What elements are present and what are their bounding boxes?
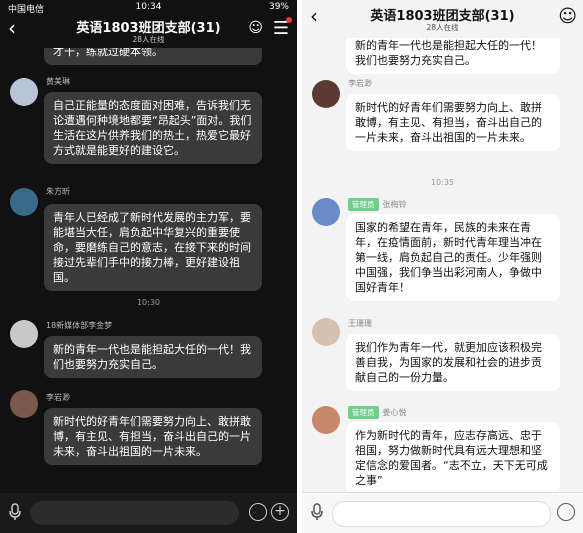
mic-icon[interactable] (8, 503, 22, 521)
nav-bar: ‹ 英语1803班团支部(31) 28人在线 ☺ ☰ (0, 14, 297, 48)
avatar[interactable] (10, 78, 38, 106)
message-bubble: 自己正能量的态度面对困难，告诉我们无论遭遇何种境地都要“昂起头”面对。我们生活在… (44, 92, 262, 164)
message-bubble: 国家的希望在青年，民族的未来在青年，在疫情面前，新时代青年理当冲在第一线，肩负起… (346, 214, 560, 301)
message-bubble: 新时代的好青年们需要努力向上、敢拼敢博，有主见、有担当，奋斗出自己的一片未来，奋… (44, 408, 262, 465)
sender-name: 王珊珊 (348, 319, 372, 328)
group-icon[interactable]: ☺ (558, 6, 577, 27)
sender-name: 李岩渺 (46, 393, 70, 402)
group-icon[interactable]: ☺ (248, 20, 263, 36)
notification-dot (286, 17, 292, 23)
emoji-icon[interactable] (557, 503, 575, 521)
sender-name: 18新媒体部李金梦 (46, 321, 113, 330)
message-bubble: 才干，练就过硬本领。 (44, 48, 262, 65)
avatar[interactable] (312, 318, 340, 346)
avatar[interactable] (312, 198, 340, 226)
admin-badge: 管理员 (348, 198, 379, 211)
left-chat-screen: 中国电信 10:34 39% ‹ 英语1803班团支部(31) 28人在线 ☺ … (0, 0, 297, 533)
avatar[interactable] (312, 406, 340, 434)
message-bubble: 作为新时代的青年，应志存高远、忠于祖国，努力做新时代具有远大理想和坚定信念的爱国… (346, 422, 560, 493)
mic-icon[interactable] (310, 503, 324, 521)
message-input[interactable] (332, 501, 551, 527)
admin-badge: 管理员 (348, 406, 379, 419)
message-bubble: 青年人已经成了新时代发展的主力军，要能堪当大任，肩负起中华复兴的重要使命，要磨练… (44, 204, 262, 291)
emoji-icon[interactable] (249, 503, 267, 521)
right-chat-screen: ‹ 英语1803班团支部(31) 28人在线 ☺ 新的青年一代也是能担起大任的一… (302, 0, 583, 533)
avatar[interactable] (10, 390, 38, 418)
message-bubble: 新时代的好青年们需要努力向上、敢拼敢博，有主见、有担当，奋斗出自己的一片未来，奋… (346, 94, 560, 151)
nav-bar: ‹ 英语1803班团支部(31) 28人在线 ☺ (302, 2, 583, 36)
avatar[interactable] (312, 80, 340, 108)
status-time: 10:34 (135, 2, 162, 12)
message-list[interactable]: 才干，练就过硬本领。 黄美琳 自己正能量的态度面对困难，告诉我们无论遭遇何种境地… (0, 48, 297, 493)
input-bar (302, 492, 583, 533)
time-marker: 10:30 (136, 298, 161, 307)
message-bubble: 我们作为青年一代，就更加应该积极完善自我，为国家的发展和社会的进步贡献自己的一份… (346, 334, 560, 391)
message-input[interactable] (30, 501, 239, 525)
input-bar: + (0, 493, 297, 533)
sender-name: 管理员 姜心悦 (348, 406, 407, 419)
online-count: 28人在线 (426, 23, 459, 32)
avatar[interactable] (10, 188, 38, 216)
message-bubble: 新的青年一代也是能担起大任的一代！我们也要努力充实自己。 (44, 336, 262, 378)
message-bubble: 新的青年一代也是能担起大任的一代！我们也要努力充实自己。 (346, 38, 560, 74)
sender-name-text: 姜心悦 (382, 408, 407, 417)
status-bar: 中国电信 10:34 39% (0, 0, 297, 15)
sender-name: 李岩渺 (348, 79, 372, 88)
time-marker: 10:35 (430, 178, 455, 187)
sender-name: 黄美琳 (46, 77, 70, 86)
sender-name: 管理员 张梅铃 (348, 198, 407, 211)
message-list[interactable]: 新的青年一代也是能担起大任的一代！我们也要努力充实自己。 李岩渺 新时代的好青年… (302, 38, 583, 493)
battery-level: 39% (268, 2, 289, 12)
sender-name-text: 张梅铃 (382, 200, 407, 209)
avatar[interactable] (10, 320, 38, 348)
sender-name: 朱方昕 (46, 187, 70, 196)
plus-icon[interactable]: + (271, 503, 289, 521)
